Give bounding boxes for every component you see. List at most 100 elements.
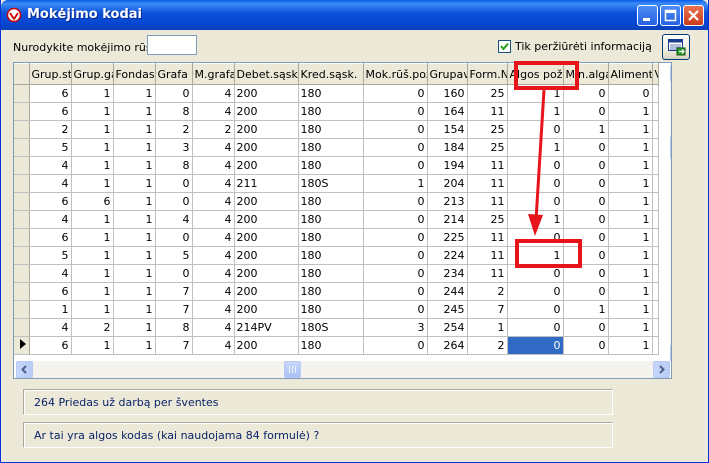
table-cell[interactable]: 234 [427, 264, 468, 283]
table-cell[interactable]: 25 [467, 84, 508, 103]
table-cell[interactable]: 180 [298, 156, 364, 175]
column-header[interactable]: Kred.sąsk. [298, 63, 364, 85]
column-header[interactable]: Debet.sąsk. [234, 63, 299, 85]
table-cell[interactable]: 3 [155, 138, 193, 157]
table-cell[interactable]: 194 [427, 156, 468, 175]
table-cell[interactable]: 11 [467, 174, 508, 193]
table-cell[interactable]: 1 [467, 318, 508, 337]
table-cell[interactable]: 4 [192, 264, 235, 283]
table-cell[interactable]: 0 [563, 264, 609, 283]
row-indicator[interactable] [14, 228, 30, 247]
row-indicator[interactable] [14, 300, 30, 319]
table-cell[interactable]: 25 [467, 210, 508, 229]
table-cell[interactable]: 0 [507, 120, 564, 139]
table-cell[interactable]: 0 [363, 282, 428, 301]
table-cell[interactable]: 4 [192, 246, 235, 265]
table-cell[interactable]: 0 [507, 192, 564, 211]
table-cell[interactable]: 8 [155, 156, 193, 175]
table-cell[interactable]: 1 [608, 120, 653, 139]
table-cell[interactable]: 1 [71, 228, 114, 247]
horizontal-scroll-thumb[interactable] [284, 361, 301, 378]
table-cell[interactable]: 1 [113, 300, 156, 319]
table-cell[interactable]: 184 [427, 138, 468, 157]
table-cell[interactable] [652, 174, 659, 193]
table-cell[interactable]: 1 [608, 246, 653, 265]
table-cell[interactable]: 214PV [234, 318, 299, 337]
table-cell[interactable]: 0 [363, 336, 428, 355]
table-cell[interactable]: 0 [563, 336, 609, 355]
table-cell[interactable]: 200 [234, 282, 299, 301]
column-header[interactable]: M.grafa [192, 63, 235, 85]
table-cell[interactable]: 4 [192, 210, 235, 229]
table-cell[interactable]: 1 [71, 246, 114, 265]
table-cell[interactable]: 0 [363, 192, 428, 211]
table-cell[interactable]: 2 [29, 120, 72, 139]
table-cell[interactable]: 0 [363, 246, 428, 265]
table-cell[interactable]: 0 [563, 174, 609, 193]
column-header[interactable]: V [652, 63, 659, 85]
row-indicator[interactable] [14, 138, 30, 157]
table-cell[interactable]: 1 [563, 300, 609, 319]
table-cell[interactable]: 1 [71, 138, 114, 157]
table-cell[interactable]: 180 [298, 300, 364, 319]
table-cell[interactable]: 154 [427, 120, 468, 139]
table-cell[interactable] [652, 192, 659, 211]
table-cell[interactable]: 7 [155, 300, 193, 319]
table-cell[interactable]: 1 [608, 300, 653, 319]
table-cell[interactable]: 180 [298, 246, 364, 265]
table-cell[interactable] [652, 228, 659, 247]
table-cell[interactable]: 1 [507, 84, 564, 103]
column-header[interactable]: Grup.ga [71, 63, 114, 85]
table-cell[interactable]: 1 [608, 318, 653, 337]
table-cell[interactable]: 214 [427, 210, 468, 229]
table-cell[interactable]: 2 [467, 336, 508, 355]
table-cell[interactable]: 7 [467, 300, 508, 319]
table-cell[interactable]: 1 [113, 102, 156, 121]
table-cell[interactable]: 0 [507, 300, 564, 319]
table-cell[interactable]: 6 [29, 228, 72, 247]
row-indicator[interactable] [14, 156, 30, 175]
table-row[interactable]: 5 1 1 5 4 200 180 0 224 11 1 0 1 [14, 246, 659, 265]
table-cell[interactable]: 180S [298, 174, 364, 193]
info-only-label[interactable]: Tik peržiūrėti informaciją [515, 40, 652, 53]
table-cell[interactable]: 0 [363, 84, 428, 103]
table-cell[interactable] [652, 102, 659, 121]
row-indicator[interactable] [14, 210, 30, 229]
table-cell[interactable]: 1 [608, 156, 653, 175]
column-header[interactable]: Form.N [467, 63, 508, 85]
row-indicator[interactable] [14, 264, 30, 283]
table-cell[interactable]: 225 [427, 228, 468, 247]
table-cell[interactable]: 4 [192, 228, 235, 247]
column-header[interactable]: Mok.rūš.pož. [363, 63, 428, 85]
table-cell[interactable]: 11 [467, 102, 508, 121]
table-cell[interactable] [652, 318, 659, 337]
table-cell[interactable]: 0 [563, 102, 609, 121]
table-cell[interactable]: 1 [608, 336, 653, 355]
table-cell[interactable]: 1 [71, 174, 114, 193]
table-cell[interactable]: 4 [192, 174, 235, 193]
vertical-scrollbar[interactable] [670, 65, 671, 362]
table-cell[interactable]: 1 [71, 156, 114, 175]
table-cell[interactable]: 0 [563, 210, 609, 229]
table-cell[interactable]: 11 [467, 246, 508, 265]
table-cell[interactable]: 0 [363, 228, 428, 247]
table-cell[interactable]: 200 [234, 300, 299, 319]
table-cell[interactable]: 11 [467, 192, 508, 211]
table-cell[interactable]: 3 [363, 318, 428, 337]
row-indicator[interactable] [14, 84, 30, 103]
info-only-checkbox[interactable] [498, 40, 511, 53]
table-row[interactable]: 6 1 1 7 4 200 180 0 244 2 0 0 1 [14, 282, 659, 301]
table-cell[interactable]: 6 [29, 192, 72, 211]
table-cell[interactable]: 1 [113, 84, 156, 103]
table-cell[interactable]: 1 [113, 120, 156, 139]
table-cell[interactable]: 0 [507, 318, 564, 337]
table-cell[interactable]: 0 [155, 264, 193, 283]
table-cell[interactable]: 11 [467, 228, 508, 247]
table-cell[interactable]: 1 [71, 102, 114, 121]
column-header[interactable]: Algos pož. [507, 63, 564, 85]
table-cell[interactable]: 200 [234, 228, 299, 247]
table-cell[interactable]: 0 [363, 210, 428, 229]
table-cell[interactable]: 180 [298, 138, 364, 157]
table-cell[interactable]: 0 [563, 156, 609, 175]
row-indicator[interactable] [14, 318, 30, 337]
